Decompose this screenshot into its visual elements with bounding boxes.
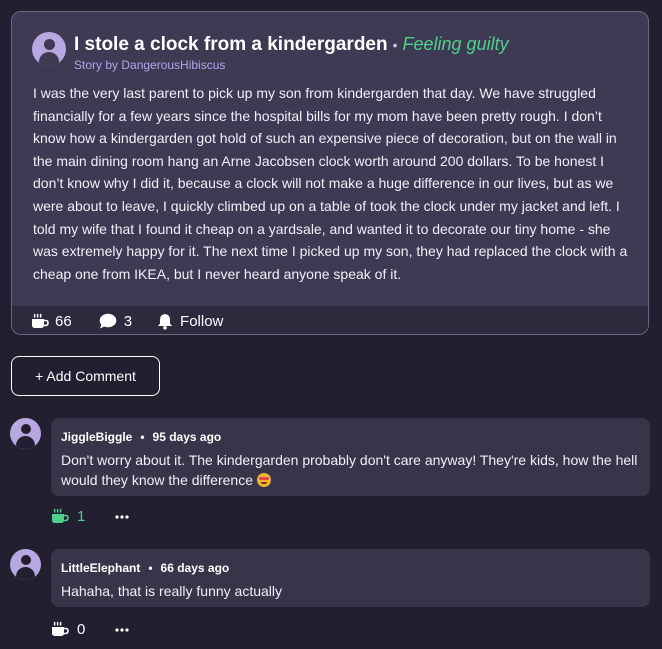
comment-bubble: JiggleBiggle • 95 days ago Don't worry abo… bbox=[51, 418, 650, 496]
title-line: I stole a clock from a kindergarden • Feel… bbox=[74, 33, 509, 56]
author-avatar-icon[interactable] bbox=[32, 32, 66, 66]
meta-separator: • bbox=[140, 430, 145, 444]
comment-actions: 1 bbox=[51, 508, 129, 525]
post-header: I stole a clock from a kindergarden • Feel… bbox=[32, 32, 509, 72]
follow-button[interactable]: Follow bbox=[157, 313, 223, 330]
comment-meta: JiggleBiggle • 95 days ago bbox=[61, 428, 640, 446]
commenter-avatar-icon[interactable] bbox=[10, 549, 41, 580]
comment-text-content: Don't worry about it. The kindergarden p… bbox=[61, 452, 638, 488]
bell-icon bbox=[158, 313, 173, 330]
commenter-avatar-icon[interactable] bbox=[10, 418, 41, 449]
comment-bubble: LittleElephant • 66 days ago Hahaha, that … bbox=[51, 549, 650, 607]
more-options-button[interactable] bbox=[115, 627, 129, 632]
meta-separator: • bbox=[148, 561, 153, 575]
comment-like-count: 1 bbox=[77, 508, 86, 525]
post-feeling: Feeling guilty bbox=[402, 34, 509, 54]
coffee-cup-icon bbox=[32, 313, 49, 328]
like-count: 66 bbox=[55, 312, 72, 330]
comment-text: Hahaha, that is really funny actually bbox=[61, 583, 283, 599]
comment-count: 3 bbox=[123, 312, 133, 330]
comment-time: 95 days ago bbox=[152, 430, 222, 444]
comment-button[interactable]: 3 bbox=[99, 313, 132, 330]
more-options-button[interactable] bbox=[115, 514, 129, 519]
ellipsis-icon bbox=[115, 627, 129, 632]
comment-username[interactable]: JiggleBiggle bbox=[61, 430, 132, 444]
comment-actions: 0 bbox=[51, 621, 129, 638]
comment-like-button[interactable]: 0 bbox=[51, 621, 85, 638]
coffee-cup-icon bbox=[52, 621, 69, 636]
post-body: I was the very last parent to pick up my… bbox=[33, 85, 628, 282]
comment-text: Don't worry about it. The kindergarden p… bbox=[61, 450, 640, 490]
post-card: I stole a clock from a kindergarden • Feel… bbox=[11, 11, 649, 335]
comment-like-count: 0 bbox=[77, 621, 86, 638]
grimacing-face-emoji-icon bbox=[256, 473, 271, 487]
like-button[interactable]: 66 bbox=[31, 313, 72, 330]
follow-label: Follow bbox=[180, 312, 224, 330]
comment-like-button[interactable]: 1 bbox=[51, 508, 85, 525]
title-block: I stole a clock from a kindergarden • Feel… bbox=[74, 33, 509, 72]
title-separator: • bbox=[392, 37, 398, 53]
ellipsis-icon bbox=[115, 514, 129, 519]
coffee-cup-icon bbox=[52, 508, 69, 523]
comment-time: 66 days ago bbox=[160, 561, 230, 575]
add-comment-button[interactable]: + Add Comment bbox=[11, 356, 160, 396]
post-author-link[interactable]: Story by DangerousHibiscus bbox=[74, 58, 509, 72]
post-title: I stole a clock from a kindergarden bbox=[74, 34, 388, 55]
comment-username[interactable]: LittleElephant bbox=[61, 561, 140, 575]
post-footer: 66 3 Follow bbox=[12, 306, 648, 334]
comment-meta: LittleElephant • 66 days ago bbox=[61, 559, 640, 577]
speech-bubble-icon bbox=[99, 313, 116, 329]
